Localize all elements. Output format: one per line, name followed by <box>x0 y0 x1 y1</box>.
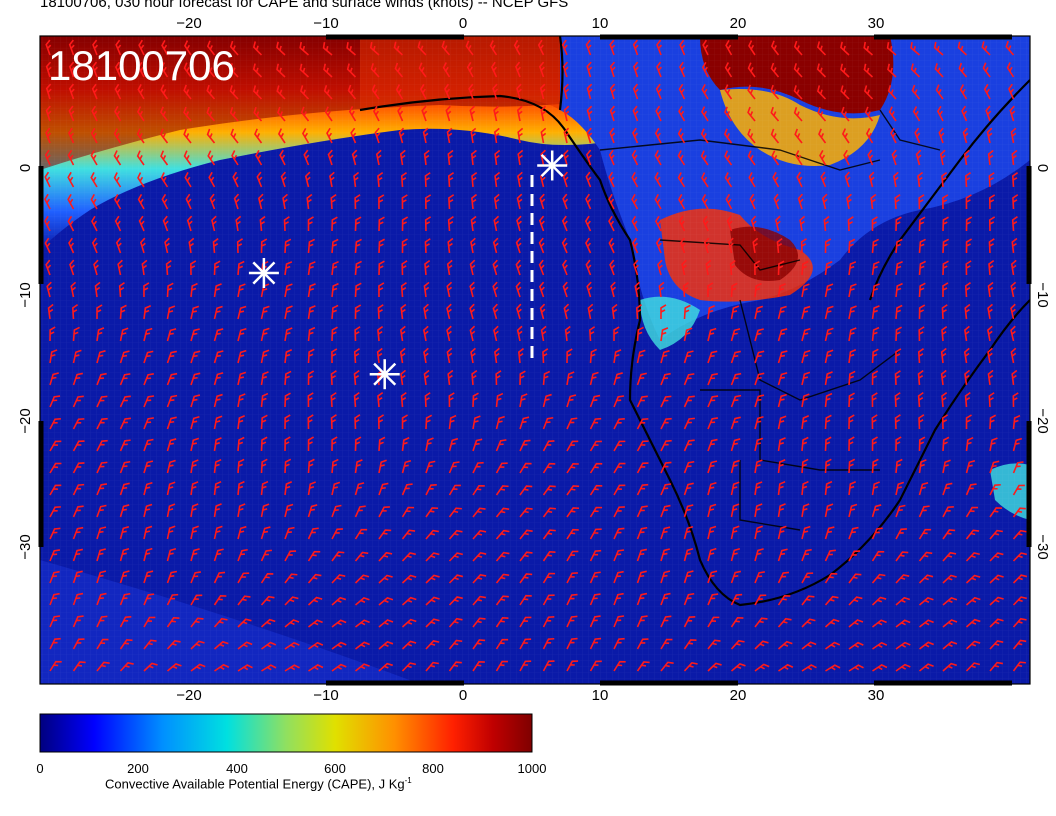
lon-ticks-bottom: −20 −10 0 10 20 30 <box>176 687 884 704</box>
svg-text:−10: −10 <box>17 282 34 307</box>
svg-text:0: 0 <box>36 761 43 776</box>
svg-text:−30: −30 <box>1034 534 1051 559</box>
lon-ticks-top: −20 −10 0 10 20 30 <box>176 15 884 32</box>
svg-text:−10: −10 <box>313 687 338 704</box>
svg-text:200: 200 <box>127 761 149 776</box>
lat-ticks-right: 0 −10 −20 −30 <box>1034 164 1051 560</box>
map-area: 18100706 <box>40 36 1030 684</box>
svg-text:400: 400 <box>226 761 248 776</box>
svg-text:20: 20 <box>730 15 747 32</box>
svg-text:10: 10 <box>592 687 609 704</box>
svg-text:0: 0 <box>459 687 467 704</box>
marker-asterisk <box>537 150 568 181</box>
marker-asterisk <box>248 258 279 288</box>
svg-text:−20: −20 <box>17 408 34 433</box>
marker-asterisk <box>369 359 400 390</box>
svg-text:10: 10 <box>592 15 609 32</box>
svg-text:−20: −20 <box>1034 408 1051 433</box>
colorbar-ticks: 0 200 400 600 800 1000 <box>36 761 546 776</box>
svg-text:−20: −20 <box>176 687 201 704</box>
map-figure: 18100706 −20 −10 0 10 20 30 −20 −10 0 10… <box>17 15 1051 776</box>
svg-text:1000: 1000 <box>518 761 547 776</box>
date-stamp: 18100706 <box>48 42 235 89</box>
svg-text:0: 0 <box>1034 164 1051 172</box>
colorbar <box>39 713 533 753</box>
svg-text:0: 0 <box>459 15 467 32</box>
svg-text:0: 0 <box>17 164 34 172</box>
svg-text:−30: −30 <box>17 534 34 559</box>
svg-text:−10: −10 <box>313 15 338 32</box>
colorbar-label: Convective Available Potential Energy (C… <box>105 776 412 792</box>
svg-text:−10: −10 <box>1034 282 1051 307</box>
svg-text:20: 20 <box>730 687 747 704</box>
svg-text:600: 600 <box>324 761 346 776</box>
svg-text:30: 30 <box>868 15 885 32</box>
lat-ticks-left: 0 −10 −20 −30 <box>17 164 34 560</box>
svg-text:30: 30 <box>868 687 885 704</box>
svg-text:−20: −20 <box>176 15 201 32</box>
svg-text:800: 800 <box>422 761 444 776</box>
